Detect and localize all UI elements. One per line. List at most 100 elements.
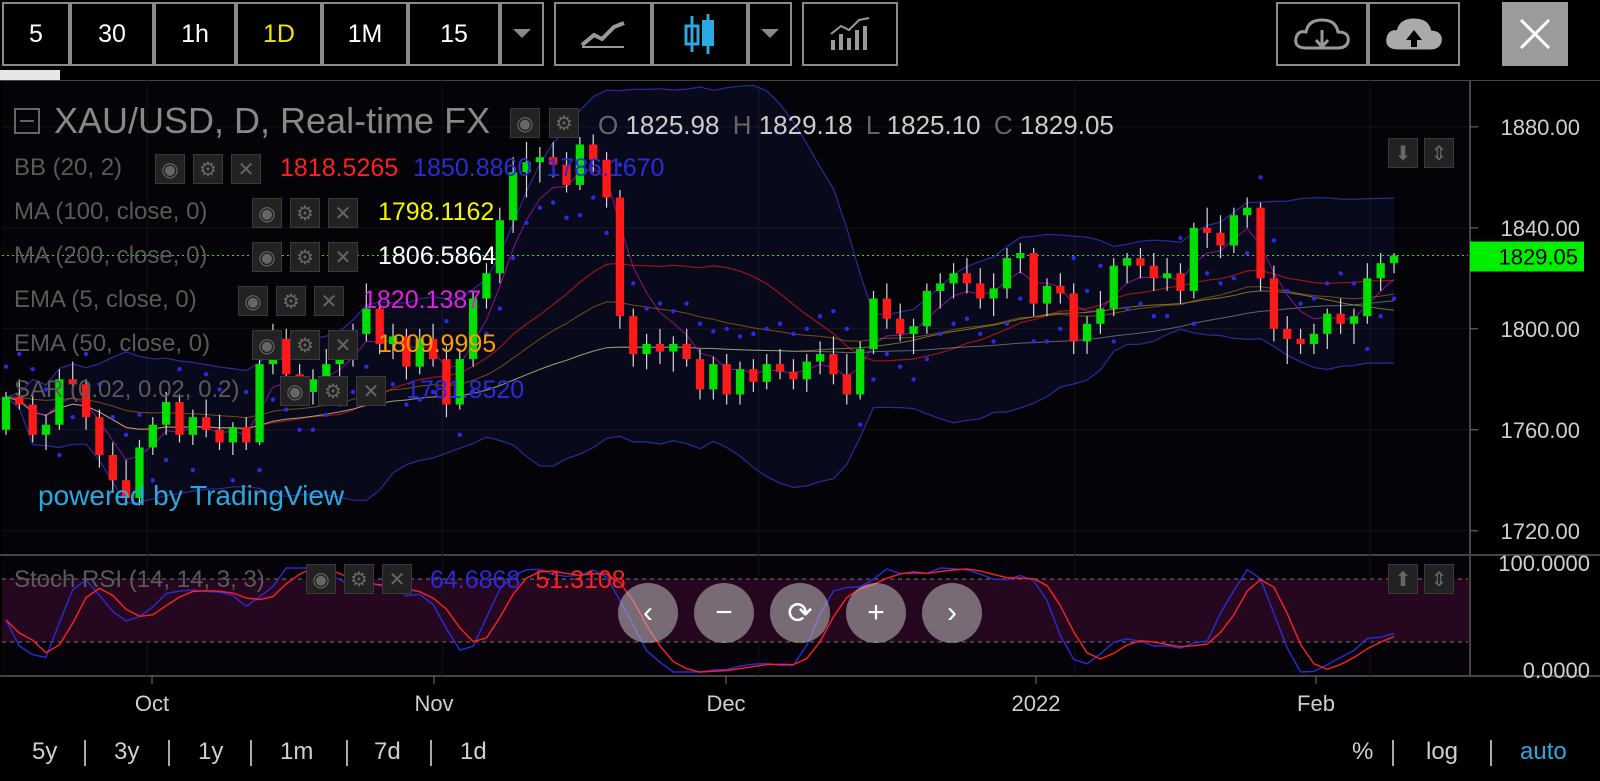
download-button[interactable] [1276,2,1368,66]
scroll-right-button[interactable]: › [922,583,982,643]
interval-15[interactable]: 15 [408,2,500,66]
candle-body [15,396,24,405]
sar-dot [724,326,729,332]
interval-label: 15 [440,19,468,48]
candle-body [215,429,224,443]
candle-body [348,333,358,355]
interval-1D[interactable]: 1D [236,2,322,66]
range-1d[interactable]: 1d [460,738,487,766]
candle-body [1363,278,1372,317]
interval-1M[interactable]: 1M [322,2,408,66]
reset-chart-button[interactable]: ⟳ [770,583,830,643]
candle-body [1349,316,1359,324]
range-3y[interactable]: 3y [114,738,139,766]
sar-dot [137,412,142,417]
candle-body [415,338,424,367]
sar-dot [564,215,569,220]
time-scroll-thumb[interactable] [0,70,60,80]
sar-dot [17,351,22,357]
interval-dropdown[interactable] [500,2,544,66]
candle-body [615,197,625,317]
log-scale-toggle[interactable]: log [1426,738,1458,766]
auto-scale-toggle[interactable]: auto [1520,738,1567,766]
sar-dot [991,339,996,344]
indicators-icon [830,17,870,50]
sar-dot [430,389,436,395]
candle-body [1336,313,1345,324]
candle-body [95,417,104,456]
candle-body [949,273,958,284]
sar-dot [924,356,930,362]
sar-dot [190,467,196,473]
reset-icon: ⟳ [787,596,813,630]
sar-dot [1311,296,1317,301]
sar-dot [457,432,462,438]
scroll-left-button[interactable]: ‹ [618,583,678,643]
candle-body [242,427,251,443]
toolbar: 5 30 1h 1D 1M 15 [0,0,1600,70]
interval-1h[interactable]: 1h [154,2,236,66]
candle-body [976,283,985,299]
sar-dot [484,331,489,337]
close-button[interactable] [1502,2,1568,66]
interval-label: 30 [98,19,126,48]
candle-body [642,343,651,355]
sar-dot [97,382,102,387]
candle-body [655,343,665,352]
line-chart-button[interactable] [554,2,652,66]
candle-body [428,338,438,360]
sar-dot [1151,313,1156,319]
sar-dot [444,319,449,324]
sar-dot [1365,346,1370,352]
sar-dot [163,457,169,463]
price-chart[interactable]: 1880.00 1840.00 1800.00 1760.00 1720.00 1829.… [0,80,1600,781]
sar-dot [150,478,156,483]
sar-dot [1325,281,1330,286]
chevron-right-icon: › [947,596,957,629]
interval-5[interactable]: 5 [2,2,70,66]
sar-dot [1071,255,1076,261]
range-5y[interactable]: 5y [32,738,57,766]
upload-button[interactable] [1368,2,1460,66]
sar-dot [737,334,743,339]
sar-dot [177,367,182,372]
sar-dot [897,364,903,369]
interval-label: 5 [29,19,43,48]
candle-body [375,308,384,344]
candle-body [896,318,905,334]
range-1m[interactable]: 1m [280,738,313,766]
percent-scale-toggle[interactable]: % [1352,738,1373,766]
sar-dot [350,389,356,395]
sar-dot [684,301,689,306]
zoom-out-button[interactable]: − [694,583,754,643]
sar-dot [791,331,796,337]
chart-area[interactable]: 1880.00 1840.00 1800.00 1760.00 1720.00 1829.… [0,80,1600,781]
range-7d[interactable]: 7d [374,738,401,766]
sar-dot [911,377,916,382]
interval-label: 1M [347,19,383,48]
sar-dot [1338,271,1343,276]
candle-body [188,417,197,435]
chart-type-dropdown[interactable] [748,2,792,66]
sar-dot [417,397,422,402]
sar-dot [297,427,302,432]
candle-body [1176,273,1185,291]
sar-dot [1018,296,1023,301]
candle-body [522,162,531,173]
sar-dot [230,478,236,483]
zoom-in-button[interactable]: + [846,583,906,643]
sar-dot [951,321,956,326]
indicators-button[interactable] [802,2,898,66]
sar-dot [310,427,316,432]
candle-body [402,336,411,367]
candle-body [68,379,77,385]
candle-body [989,288,998,299]
sar-dot [657,301,663,306]
candle-body [41,424,51,435]
sar-dot [1218,281,1223,286]
time-tick-label: Nov [414,691,453,716]
interval-30[interactable]: 30 [70,2,154,66]
caret-down-icon [513,29,531,38]
candlestick-button[interactable] [652,2,748,66]
range-1y[interactable]: 1y [198,738,223,766]
